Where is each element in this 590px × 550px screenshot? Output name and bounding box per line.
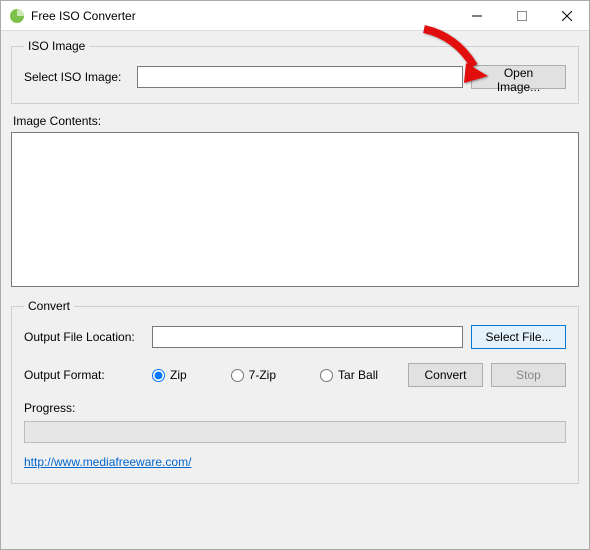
titlebar: Free ISO Converter (1, 1, 589, 31)
format-tarball-radio[interactable]: Tar Ball (320, 368, 378, 382)
select-iso-label: Select ISO Image: (24, 70, 129, 84)
format-7zip-input[interactable] (231, 369, 244, 382)
maximize-button[interactable] (499, 1, 544, 30)
app-window: Free ISO Converter ISO Image Select ISO … (0, 0, 590, 550)
close-button[interactable] (544, 1, 589, 30)
output-format-label: Output Format: (24, 368, 144, 382)
progress-label: Progress: (24, 401, 566, 415)
output-location-input[interactable] (152, 326, 463, 348)
select-iso-input[interactable] (137, 66, 463, 88)
iso-image-legend: ISO Image (24, 39, 89, 53)
open-image-button[interactable]: Open Image... (471, 65, 566, 89)
format-zip-input[interactable] (152, 369, 165, 382)
image-contents-list[interactable] (11, 132, 579, 287)
stop-button[interactable]: Stop (491, 363, 566, 387)
convert-button[interactable]: Convert (408, 363, 483, 387)
output-location-label: Output File Location: (24, 330, 144, 344)
iso-image-group: ISO Image Select ISO Image: Open Image..… (11, 39, 579, 104)
progress-bar (24, 421, 566, 443)
minimize-button[interactable] (454, 1, 499, 30)
format-zip-radio[interactable]: Zip (152, 368, 187, 382)
format-7zip-label: 7-Zip (249, 368, 276, 382)
window-title: Free ISO Converter (31, 9, 454, 23)
website-link[interactable]: http://www.mediafreeware.com/ (24, 455, 191, 469)
format-tarball-label: Tar Ball (338, 368, 378, 382)
format-7zip-radio[interactable]: 7-Zip (231, 368, 276, 382)
image-contents-label: Image Contents: (13, 114, 579, 128)
convert-group: Convert Output File Location: Select Fil… (11, 299, 579, 484)
app-icon (9, 8, 25, 24)
format-tarball-input[interactable] (320, 369, 333, 382)
format-zip-label: Zip (170, 368, 187, 382)
convert-legend: Convert (24, 299, 74, 313)
select-file-button[interactable]: Select File... (471, 325, 566, 349)
